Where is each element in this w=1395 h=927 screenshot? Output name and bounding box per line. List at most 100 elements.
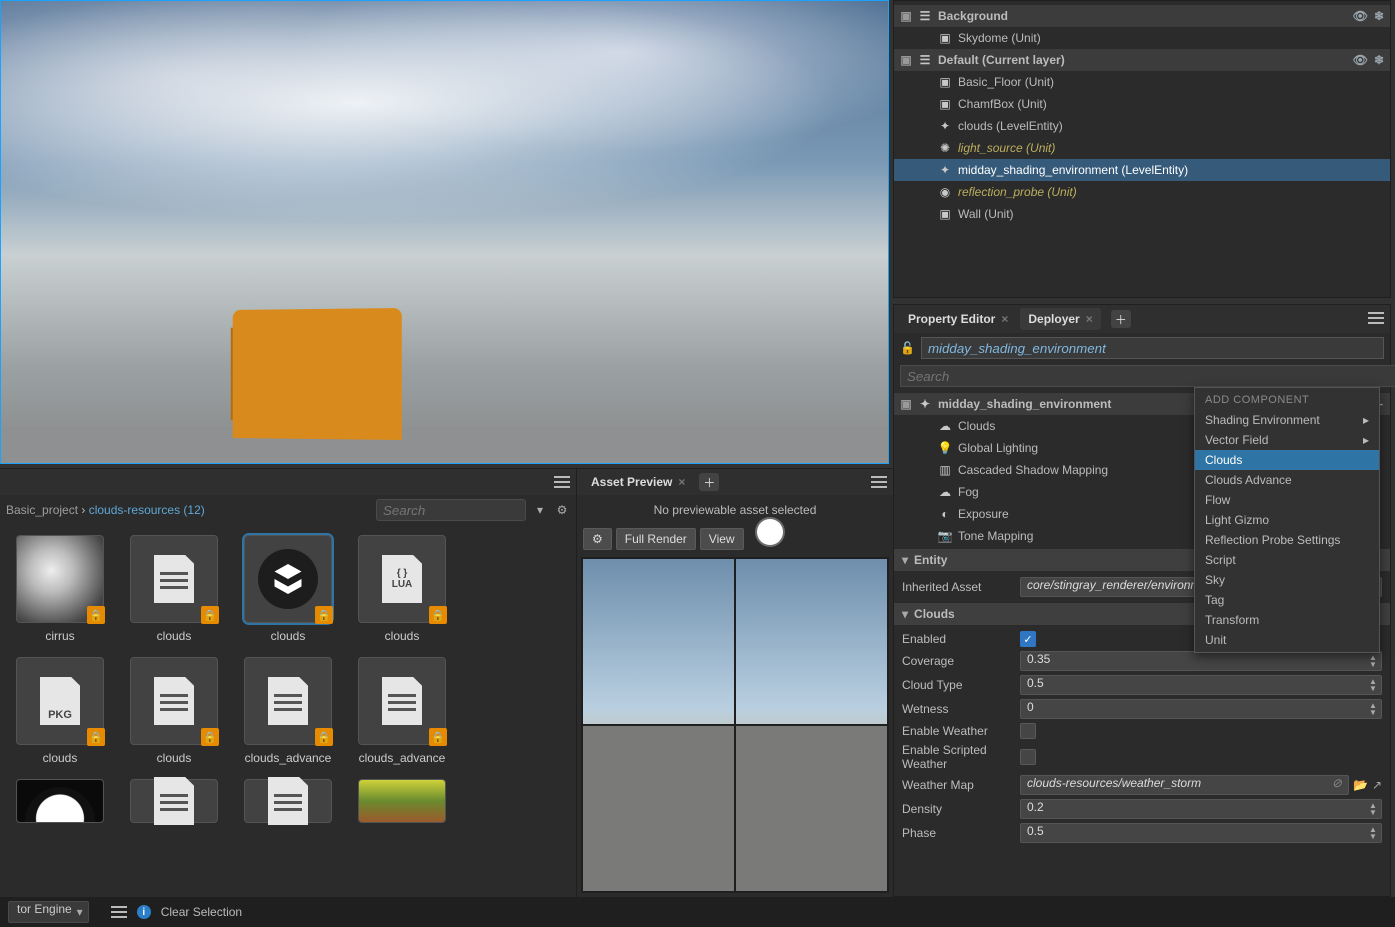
close-icon[interactable]: ×: [678, 475, 685, 489]
lock-icon: 🔒: [87, 728, 105, 746]
scene-item[interactable]: ▣ChamfBox (Unit): [894, 93, 1390, 115]
property-search-input[interactable]: [900, 365, 1395, 387]
preview-viewport[interactable]: [581, 557, 889, 893]
asset-preview-panel: Asset Preview× ＋ No previewable asset se…: [576, 468, 893, 897]
asset-item[interactable]: 🔒clouds_advance: [238, 657, 338, 765]
view-button[interactable]: View: [700, 528, 744, 550]
snowflake-icon[interactable]: ❄: [1374, 53, 1384, 67]
add-component-menu[interactable]: ADD COMPONENT Shading Environment▸Vector…: [1194, 387, 1380, 653]
full-render-button[interactable]: Full Render: [616, 528, 696, 550]
asset-label: clouds: [43, 751, 78, 765]
folder-icon[interactable]: 📂: [1353, 778, 1368, 792]
viewport[interactable]: [0, 0, 889, 464]
snowflake-icon[interactable]: ❄: [1374, 9, 1384, 23]
menu-icon[interactable]: [111, 906, 127, 918]
menu-item[interactable]: Tag: [1195, 590, 1379, 610]
checkbox[interactable]: [1020, 723, 1036, 739]
prop-label: Phase: [902, 826, 1012, 840]
locate-icon[interactable]: ↗: [1372, 778, 1382, 792]
number-field[interactable]: 0▲▼: [1020, 699, 1382, 719]
asset-item[interactable]: { }LUA🔒clouds: [352, 535, 452, 643]
filter-icon[interactable]: ▾: [532, 502, 548, 518]
scene-item[interactable]: ✦midday_shading_environment (LevelEntity…: [894, 159, 1390, 181]
asset-browser-panel: Basic_project › clouds-resources (12) ▾ …: [0, 468, 576, 897]
tab-property-editor[interactable]: Property Editor×: [900, 308, 1016, 330]
menu-icon[interactable]: [554, 476, 570, 488]
lock-icon: 🔒: [201, 606, 219, 624]
eye-icon[interactable]: 👁: [1353, 9, 1368, 23]
asset-item[interactable]: 🔒clouds: [238, 535, 338, 643]
asset-grid[interactable]: 🔒cirrus🔒clouds🔒clouds{ }LUA🔒cloudsPKG🔒cl…: [0, 525, 576, 897]
asset-item[interactable]: [124, 779, 224, 823]
scene-group[interactable]: ▣☰Background👁❄: [894, 5, 1390, 27]
menu-item[interactable]: Clouds: [1195, 450, 1379, 470]
asset-item[interactable]: PKG🔒clouds: [10, 657, 110, 765]
menu-item[interactable]: Flow: [1195, 490, 1379, 510]
asset-label: clouds_advance: [359, 751, 446, 765]
scene-item[interactable]: ✦clouds (LevelEntity): [894, 115, 1390, 137]
entity-name-input[interactable]: [921, 337, 1384, 359]
asset-item[interactable]: 🔒 clouds_advance: [352, 657, 452, 765]
scene-item[interactable]: ◉reflection_probe (Unit): [894, 181, 1390, 203]
asset-item[interactable]: [352, 779, 452, 823]
asset-label: clouds: [157, 751, 192, 765]
menu-item[interactable]: Light Gizmo: [1195, 510, 1379, 530]
engine-combo[interactable]: tor Engine: [8, 901, 89, 923]
asset-item[interactable]: 🔒clouds: [124, 535, 224, 643]
menu-icon[interactable]: [1368, 312, 1384, 324]
number-field[interactable]: 0.35▲▼: [1020, 651, 1382, 671]
close-icon[interactable]: ×: [1001, 312, 1008, 326]
weather-map-field[interactable]: clouds-resources/weather_storm⊘: [1020, 775, 1349, 795]
cube-icon: ▣: [938, 31, 952, 45]
cube-icon: ▣: [938, 207, 952, 221]
clear-selection-button[interactable]: Clear Selection: [161, 905, 242, 919]
add-tab-button[interactable]: ＋: [699, 473, 719, 491]
status-bar: tor Engine i Clear Selection: [0, 897, 1395, 927]
menu-item[interactable]: Script: [1195, 550, 1379, 570]
lock-icon[interactable]: 🔓: [900, 341, 915, 355]
breadcrumb-current[interactable]: clouds-resources (12): [89, 503, 205, 517]
lock-icon: 🔒: [315, 606, 333, 624]
breadcrumb[interactable]: Basic_project › clouds-resources (12): [6, 503, 205, 517]
menu-icon[interactable]: [871, 476, 887, 488]
scene-item[interactable]: ▣Skydome (Unit): [894, 27, 1390, 49]
close-icon[interactable]: ×: [1086, 312, 1093, 326]
scene-box: [233, 308, 402, 440]
lock-icon: 🔒: [429, 606, 447, 624]
prop-label: Density: [902, 802, 1012, 816]
asset-search-input[interactable]: [376, 499, 526, 521]
menu-item[interactable]: Sky: [1195, 570, 1379, 590]
checkbox[interactable]: ✓: [1020, 631, 1036, 647]
scene-item[interactable]: ▣Basic_Floor (Unit): [894, 71, 1390, 93]
number-field[interactable]: 0.5▲▼: [1020, 675, 1382, 695]
breadcrumb-root[interactable]: Basic_project: [6, 503, 78, 517]
menu-item[interactable]: Reflection Probe Settings: [1195, 530, 1379, 550]
number-field[interactable]: 0.2▲▼: [1020, 799, 1382, 819]
asset-item[interactable]: 🔒cirrus: [10, 535, 110, 643]
prop-label: Cloud Type: [902, 678, 1012, 692]
asset-item[interactable]: [238, 779, 338, 823]
menu-item[interactable]: Unit: [1195, 630, 1379, 650]
menu-title: ADD COMPONENT: [1195, 390, 1379, 410]
asset-item[interactable]: 🔒clouds: [124, 657, 224, 765]
number-field[interactable]: 0.5▲▼: [1020, 823, 1382, 843]
asset-item[interactable]: [10, 779, 110, 823]
gear-button[interactable]: ⚙: [583, 528, 612, 550]
add-tab-button[interactable]: ＋: [1111, 310, 1131, 328]
lock-icon: 🔒: [429, 728, 447, 746]
asset-label: clouds_advance: [245, 751, 332, 765]
tab-deployer[interactable]: Deployer×: [1020, 308, 1100, 330]
sun-icon: [757, 519, 783, 545]
menu-item[interactable]: Shading Environment▸: [1195, 410, 1379, 430]
eye-icon[interactable]: 👁: [1353, 53, 1368, 67]
menu-item[interactable]: Clouds Advance: [1195, 470, 1379, 490]
scene-item[interactable]: ▣Wall (Unit): [894, 203, 1390, 225]
gear-icon[interactable]: ⚙: [554, 502, 570, 518]
tab-asset-preview[interactable]: Asset Preview×: [583, 471, 693, 493]
checkbox[interactable]: [1020, 749, 1036, 765]
menu-item[interactable]: Vector Field▸: [1195, 430, 1379, 450]
scene-item[interactable]: ✺light_source (Unit): [894, 137, 1390, 159]
lock-icon: 🔒: [87, 606, 105, 624]
scene-group[interactable]: ▣☰Default (Current layer)👁❄: [894, 49, 1390, 71]
menu-item[interactable]: Transform: [1195, 610, 1379, 630]
